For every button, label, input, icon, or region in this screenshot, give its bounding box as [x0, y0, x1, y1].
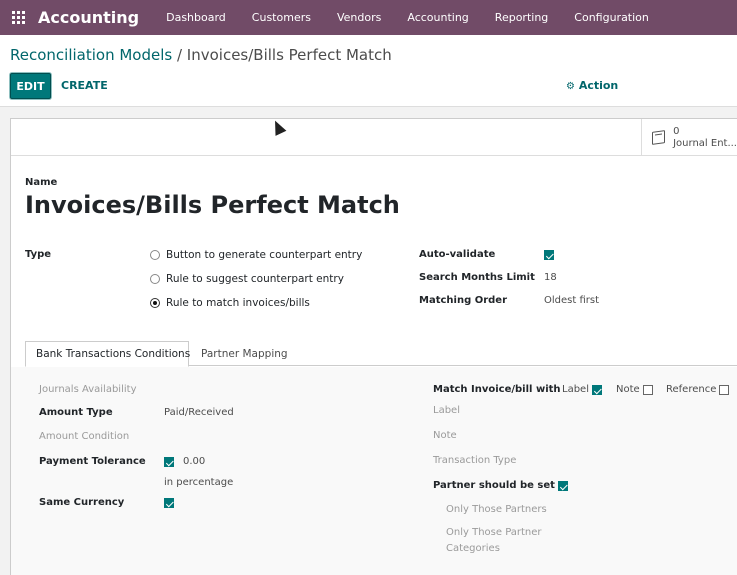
amount-type-value: Paid/Received [164, 407, 234, 418]
menu-customers[interactable]: Customers [239, 0, 324, 35]
only-partner-categories-label-2: Categories [446, 543, 500, 554]
same-currency-label: Same Currency [39, 497, 125, 508]
match-note-option: Note [616, 384, 640, 395]
radio-icon [150, 250, 160, 260]
tab-panel [11, 367, 737, 575]
book-icon [652, 130, 666, 145]
menu-reporting[interactable]: Reporting [482, 0, 561, 35]
label-field-label: Label [433, 405, 460, 416]
payment-tolerance-unit: in percentage [164, 477, 234, 488]
menu-dashboard[interactable]: Dashboard [153, 0, 239, 35]
partner-should-be-set-label: Partner should be set [433, 480, 555, 491]
type-label: Type [25, 249, 52, 260]
app-brand[interactable]: Accounting [38, 8, 139, 27]
menu-vendors[interactable]: Vendors [324, 0, 394, 35]
match-label-checkbox[interactable] [592, 385, 602, 395]
match-note-checkbox[interactable] [643, 385, 653, 395]
radio-selected-icon [150, 298, 160, 308]
type-option-button[interactable]: Button to generate counterpart entry [150, 249, 362, 261]
record-title: Invoices/Bills Perfect Match [25, 191, 400, 219]
transaction-type-label: Transaction Type [433, 455, 517, 466]
auto-validate-checkbox[interactable] [544, 250, 554, 260]
match-label-option: Label [562, 384, 589, 395]
only-partner-categories-label-1: Only Those Partner [446, 527, 542, 538]
matching-order-value: Oldest first [544, 295, 599, 306]
action-label: Action [578, 79, 619, 92]
amount-condition-label: Amount Condition [39, 431, 130, 442]
apps-menu-button[interactable] [0, 0, 36, 35]
apps-grid-icon [11, 11, 25, 24]
auto-validate-label: Auto-validate [419, 249, 496, 260]
payment-tolerance-value: 0.00 [183, 456, 206, 467]
journal-entries-label: Journal Ent... [673, 137, 737, 149]
match-reference-checkbox[interactable] [719, 385, 729, 395]
name-label: Name [25, 177, 58, 188]
partner-should-be-set-checkbox[interactable] [558, 481, 568, 491]
search-months-value: 18 [544, 272, 557, 283]
breadcrumb: Reconciliation Models / Invoices/Bills P… [10, 46, 392, 64]
payment-tolerance-checkbox[interactable] [164, 457, 174, 467]
match-invoice-label: Match Invoice/bill with [433, 384, 561, 395]
note-field-label: Note [433, 430, 457, 441]
edit-button[interactable]: EDIT [10, 73, 51, 99]
tab-partner-mapping[interactable]: Partner Mapping [191, 341, 293, 367]
type-option-match[interactable]: Rule to match invoices/bills [150, 297, 310, 309]
breadcrumb-separator: / [172, 46, 187, 64]
menu-accounting[interactable]: Accounting [394, 0, 481, 35]
tab-bank-transactions[interactable]: Bank Transactions Conditions [25, 341, 190, 367]
gear-icon: ⚙ [566, 81, 575, 92]
notebook-tabs: Bank Transactions Conditions Partner Map… [25, 341, 737, 367]
radio-icon [150, 274, 160, 284]
match-reference-option: Reference [666, 384, 717, 395]
type-option-suggest[interactable]: Rule to suggest counterpart entry [150, 273, 344, 285]
form-sheet: 0 Journal Ent... Name Invoices/Bills Per… [10, 118, 737, 575]
search-months-label: Search Months Limit [419, 272, 535, 283]
menu-configuration[interactable]: Configuration [561, 0, 662, 35]
journal-entries-count: 0 [673, 125, 680, 137]
control-panel: Reconciliation Models / Invoices/Bills P… [0, 35, 737, 107]
action-menu-button[interactable]: ⚙ Action [566, 79, 618, 92]
amount-type-label: Amount Type [39, 407, 113, 418]
breadcrumb-current: Invoices/Bills Perfect Match [186, 46, 392, 64]
journal-entries-button[interactable]: 0 Journal Ent... [641, 119, 737, 156]
top-navbar: Accounting Dashboard Customers Vendors A… [0, 0, 737, 35]
create-button[interactable]: CREATE [61, 79, 108, 92]
same-currency-checkbox[interactable] [164, 498, 174, 508]
breadcrumb-parent[interactable]: Reconciliation Models [10, 46, 172, 64]
journals-availability-label: Journals Availability [39, 384, 137, 395]
matching-order-label: Matching Order [419, 295, 508, 306]
payment-tolerance-label: Payment Tolerance [39, 456, 146, 467]
only-those-partners-label: Only Those Partners [446, 504, 547, 515]
button-box: 0 Journal Ent... [11, 119, 737, 156]
